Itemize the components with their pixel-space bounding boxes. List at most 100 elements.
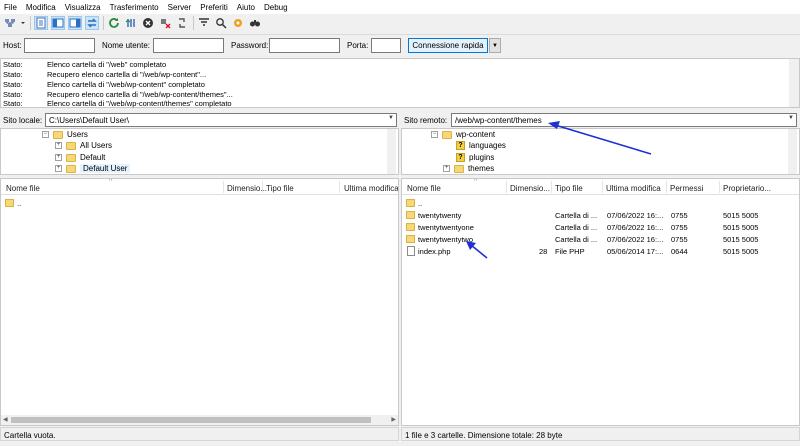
chevron-down-icon[interactable]: ▼ (788, 115, 794, 121)
dropdown-arrow-icon[interactable] (20, 16, 26, 30)
expand-icon[interactable]: + (443, 165, 450, 172)
column-filename[interactable]: Nome file (407, 184, 441, 193)
local-directory-tree: − Users + All Users + Default + Default User (0, 128, 399, 175)
local-status-bar: Cartella vuota. (0, 427, 399, 441)
column-modified[interactable]: Ultima modifica (606, 184, 661, 193)
table-row[interactable]: index.php 28 File PHP 05/06/2014 17:... … (402, 245, 799, 257)
refresh-icon[interactable] (107, 16, 121, 30)
toggle-log-icon[interactable] (34, 16, 48, 30)
menu-trasferimento[interactable]: Trasferimento (110, 3, 159, 12)
expand-icon[interactable]: + (55, 142, 62, 149)
quickconnect-dropdown-button[interactable]: ▼ (489, 38, 501, 53)
table-row[interactable]: twentytwenty Cartella di ... 07/06/2022 … (402, 209, 799, 221)
reconnect-icon[interactable] (175, 16, 189, 30)
column-filename[interactable]: Nome file (6, 184, 40, 193)
username-input[interactable] (153, 38, 224, 53)
folder-icon (406, 223, 415, 231)
local-tree-scrollbar[interactable] (387, 129, 396, 174)
local-site-bar: Sito locale: C:\Users\Default User\ ▼ (0, 112, 399, 128)
scroll-right-icon[interactable]: ▶ (391, 416, 396, 423)
table-row[interactable]: .. (402, 197, 799, 209)
table-row[interactable]: .. (1, 197, 398, 209)
tree-item-languages[interactable]: ? languages (456, 140, 506, 151)
sync-browse-icon[interactable] (231, 16, 245, 30)
compare-icon[interactable] (248, 16, 262, 30)
column-size[interactable]: Dimensio... (227, 184, 267, 193)
process-queue-icon[interactable] (124, 16, 138, 30)
menu-modifica[interactable]: Modifica (26, 3, 56, 12)
quickconnect-button[interactable]: Connessione rapida (408, 38, 488, 53)
tree-item-default-user[interactable]: + Default User (55, 163, 131, 174)
column-size[interactable]: Dimensio... (510, 184, 550, 193)
log-scrollbar[interactable] (789, 59, 799, 107)
toggle-local-tree-icon[interactable] (51, 16, 65, 30)
chevron-down-icon: ▼ (492, 42, 498, 49)
column-type[interactable]: Tipo file (266, 184, 294, 193)
site-manager-icon[interactable] (3, 16, 17, 30)
filter-icon[interactable] (197, 16, 211, 30)
scroll-thumb[interactable] (11, 417, 371, 423)
folder-icon (406, 199, 415, 207)
toggle-queue-icon[interactable] (85, 16, 99, 30)
menu-aiuto[interactable]: Aiuto (237, 3, 255, 12)
collapse-icon[interactable]: − (42, 131, 49, 138)
tree-item-themes[interactable]: + themes (443, 163, 494, 174)
sort-up-icon: ^ (109, 178, 113, 185)
menu-preferiti[interactable]: Preferiti (200, 3, 228, 12)
folder-icon (66, 164, 76, 173)
toolbar-divider (193, 16, 194, 30)
host-label: Host: (3, 41, 22, 50)
local-status-text: Cartella vuota. (4, 431, 56, 440)
local-list-hscrollbar[interactable]: ◀ ▶ (1, 415, 398, 425)
table-row[interactable]: twentytwentyone Cartella di ... 07/06/20… (402, 221, 799, 233)
menu-debug[interactable]: Debug (264, 3, 288, 12)
table-row[interactable]: twentytwentytwo Cartella di ... 07/06/20… (402, 233, 799, 245)
host-input[interactable] (24, 38, 95, 53)
search-icon[interactable] (214, 16, 228, 30)
column-owner[interactable]: Proprietario... (723, 184, 771, 193)
column-permissions[interactable]: Permessi (670, 184, 703, 193)
disconnect-icon[interactable] (158, 16, 172, 30)
menu-file[interactable]: File (4, 3, 17, 12)
chevron-down-icon[interactable]: ▼ (388, 115, 394, 121)
port-input[interactable] (371, 38, 401, 53)
remote-site-bar: Sito remoto: /web/wp-content/themes ▼ (401, 112, 800, 128)
local-file-list: Nome file ^ Dimensio... Tipo file Ultima… (0, 178, 399, 426)
log-line: Stato: Recupero elenco cartella di "/web/… (3, 90, 233, 99)
folder-icon (442, 130, 452, 139)
remote-list-header: Nome file ^ Dimensio... Tipo file Ultima… (402, 179, 799, 195)
log-line: Stato: Recupero elenco cartella di "/web/… (3, 70, 207, 79)
expand-icon[interactable]: + (55, 154, 62, 161)
folder-icon (454, 164, 464, 173)
scroll-left-icon[interactable]: ◀ (3, 416, 8, 423)
password-label: Password: (231, 41, 269, 50)
local-path-input[interactable]: C:\Users\Default User\ (45, 113, 397, 127)
file-icon (407, 246, 415, 256)
tree-item-default[interactable]: + Default (55, 152, 105, 163)
remote-tree-scrollbar[interactable] (788, 129, 797, 174)
folder-icon (5, 199, 14, 207)
password-input[interactable] (269, 38, 340, 53)
local-site-label: Sito locale: (3, 116, 43, 125)
log-line: Stato: Elenco cartella di "/web" completa… (3, 60, 167, 69)
tree-item-users[interactable]: − Users (42, 129, 88, 140)
expand-icon[interactable]: + (55, 165, 62, 172)
remote-status-text: 1 file e 3 cartelle. Dimensione totale: … (405, 431, 563, 440)
column-modified[interactable]: Ultima modifica (344, 184, 398, 193)
log-line: Stato: Elenco cartella di "/web/wp-conten… (3, 80, 205, 89)
menu-server[interactable]: Server (168, 3, 192, 12)
folder-icon (406, 235, 415, 243)
message-log: Stato: Elenco cartella di "/web" completa… (0, 58, 800, 108)
tree-item-plugins[interactable]: ? plugins (456, 152, 494, 163)
remote-site-label: Sito remoto: (404, 116, 448, 125)
collapse-icon[interactable]: − (431, 131, 438, 138)
column-type[interactable]: Tipo file (555, 184, 583, 193)
remote-path-input[interactable]: /web/wp-content/themes (451, 113, 797, 127)
unknown-folder-icon: ? (456, 153, 465, 162)
cancel-icon[interactable] (141, 16, 155, 30)
tree-item-all-users[interactable]: + All Users (55, 140, 112, 151)
toggle-remote-tree-icon[interactable] (68, 16, 82, 30)
tree-item-wp-content[interactable]: − wp-content (431, 129, 495, 140)
port-label: Porta: (347, 41, 369, 50)
menu-visualizza[interactable]: Visualizza (65, 3, 101, 12)
